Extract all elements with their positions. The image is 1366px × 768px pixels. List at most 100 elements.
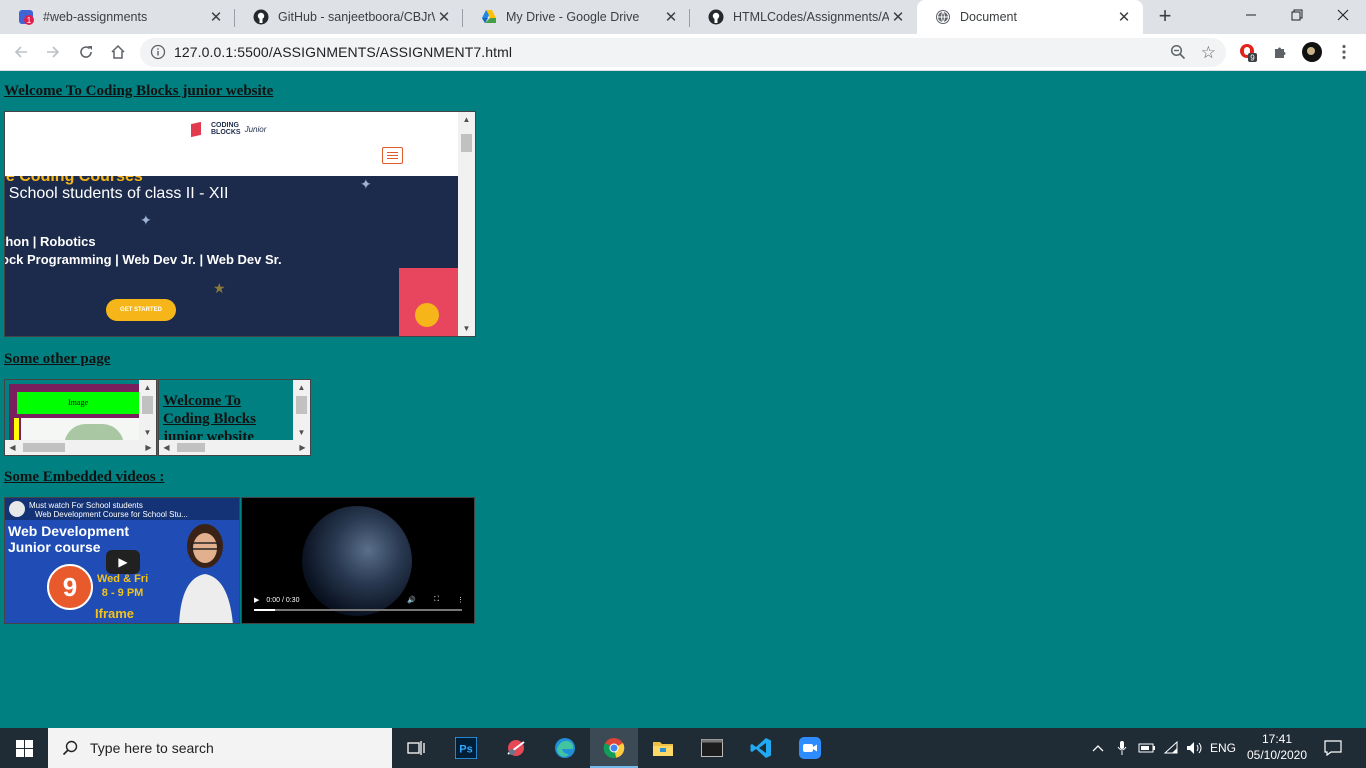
show-hidden-icons-chevron-icon[interactable] (1088, 728, 1108, 768)
new-tab-button[interactable]: + (1152, 5, 1178, 29)
close-window-button[interactable] (1320, 0, 1366, 30)
microphone-icon[interactable] (1112, 728, 1132, 768)
video-title[interactable]: Web Development Course for School Stu... (35, 510, 188, 519)
task-view-icon[interactable] (392, 728, 440, 768)
nested-image-page: Image (9, 384, 139, 446)
zoom-app-icon[interactable] (786, 728, 834, 768)
scroll-right-arrow-icon[interactable]: ▶ (295, 440, 310, 455)
chrome-icon[interactable] (590, 728, 638, 768)
reload-button[interactable] (74, 40, 98, 64)
info-icon[interactable] (150, 44, 166, 60)
play-icon[interactable]: ▶ (254, 596, 259, 604)
star-icon: ★ (213, 280, 226, 296)
more-options-icon[interactable]: ⋮ (457, 596, 464, 604)
bookmark-star-icon[interactable]: ☆ (1201, 43, 1216, 63)
vertical-scrollbar[interactable]: ▲ ▼ (458, 112, 475, 336)
hamburger-menu-icon[interactable] (382, 147, 403, 164)
profile-avatar[interactable] (1302, 42, 1322, 62)
video-controls: ▶ 0:00 / 0:30 🔊 ⛶ ⋮ (254, 593, 464, 607)
star-icon: ✦ (140, 212, 152, 228)
file-explorer-icon[interactable] (639, 728, 687, 768)
puzzle-extensions-icon[interactable] (1270, 42, 1290, 62)
tab-github[interactable]: GitHub - sanjeetboora/CBJrWe ✕ (235, 0, 463, 34)
iframe-nested-image[interactable]: Image ▲ ▼ ◀ ▶ (4, 379, 157, 456)
volume-icon[interactable]: 🔊 (407, 596, 416, 604)
channel-avatar[interactable] (9, 501, 25, 517)
close-icon[interactable]: ✕ (207, 8, 225, 26)
get-started-button[interactable]: GET STARTED (106, 299, 176, 321)
video-time: 0:00 / 0:30 (266, 596, 300, 604)
language-indicator[interactable]: ENG (1206, 728, 1240, 768)
windows-taskbar: Type here to search Ps ENG 17:41 05/10/2… (0, 728, 1366, 768)
scroll-down-arrow-icon[interactable]: ▼ (139, 425, 156, 440)
scroll-left-arrow-icon[interactable]: ◀ (5, 440, 20, 455)
video-progress-bar[interactable] (254, 609, 462, 611)
iframe-nested-welcome[interactable]: Welcome To Coding Blocks junior website … (158, 379, 311, 456)
cb-hero-banner: ✦ ✦ ★ ee Coding Courses r School student… (5, 176, 459, 336)
minimize-button[interactable] (1228, 0, 1274, 30)
close-icon[interactable]: ✕ (1115, 8, 1133, 26)
wifi-icon[interactable] (1160, 728, 1182, 768)
taskbar-clock[interactable]: 17:41 05/10/2020 (1240, 731, 1314, 763)
svg-text:9: 9 (1250, 54, 1255, 63)
back-button[interactable] (9, 40, 33, 64)
start-button[interactable] (0, 728, 48, 768)
volume-icon[interactable] (1184, 728, 1206, 768)
heading-welcome[interactable]: Welcome To Coding Blocks junior website (4, 83, 273, 100)
tab-title: GitHub - sanjeetboora/CBJrWe (278, 10, 435, 24)
tab-document[interactable]: Document ✕ (917, 0, 1143, 34)
tab-strip: 1 #web-assignments ✕ GitHub - sanjeetboo… (0, 0, 1366, 34)
menu-kebab-icon[interactable] (1334, 42, 1354, 62)
taskbar-search-box[interactable]: Type here to search (48, 728, 392, 768)
edge-icon[interactable] (541, 728, 589, 768)
snip-sketch-icon[interactable] (492, 728, 540, 768)
restore-button[interactable] (1274, 0, 1320, 30)
vscode-icon[interactable] (737, 728, 785, 768)
svg-text:Ps: Ps (459, 744, 472, 756)
tab-htmlcodes[interactable]: HTMLCodes/Assignments/Assi ✕ (690, 0, 917, 34)
extension-icon-red[interactable]: 9 (1238, 42, 1258, 62)
coding-blocks-logo[interactable]: CODING BLOCKS Junior (191, 121, 266, 137)
fullscreen-icon[interactable]: ⛶ (434, 596, 439, 604)
scroll-down-arrow-icon[interactable]: ▼ (293, 425, 310, 440)
zoom-icon[interactable] (1170, 44, 1186, 65)
nested-welcome-heading[interactable]: Welcome To Coding Blocks junior website (163, 392, 283, 446)
heading-embedded-videos[interactable]: Some Embedded videos : (4, 469, 164, 486)
scroll-left-arrow-icon[interactable]: ◀ (159, 440, 174, 455)
globe-icon (935, 9, 951, 25)
notification-icon[interactable] (1318, 728, 1348, 768)
tab-title: My Drive - Google Drive (506, 10, 640, 24)
browser-toolbar: 127.0.0.1:5500/ASSIGNMENTS/ASSIGNMENT7.h… (0, 34, 1366, 71)
svg-text:1: 1 (27, 16, 32, 25)
horizontal-scrollbar[interactable]: ◀ ▶ (5, 440, 156, 455)
tab-title: HTMLCodes/Assignments/Assi (733, 10, 889, 24)
address-bar[interactable]: 127.0.0.1:5500/ASSIGNMENTS/ASSIGNMENT7.h… (140, 38, 1226, 67)
scroll-top-button[interactable] (415, 303, 439, 327)
scroll-up-arrow-icon[interactable]: ▲ (293, 380, 310, 395)
scroll-up-arrow-icon[interactable]: ▲ (458, 112, 475, 127)
html5-video-player[interactable]: ▶ 0:00 / 0:30 🔊 ⛶ ⋮ (241, 497, 475, 624)
close-icon[interactable]: ✕ (435, 8, 453, 26)
presenter-image (173, 516, 239, 623)
tab-web-assignments[interactable]: 1 #web-assignments ✕ (0, 0, 235, 34)
vertical-scrollbar[interactable]: ▲ ▼ (139, 380, 156, 440)
home-button[interactable] (106, 40, 130, 64)
scroll-up-arrow-icon[interactable]: ▲ (139, 380, 156, 395)
tab-google-drive[interactable]: My Drive - Google Drive ✕ (463, 0, 690, 34)
horizontal-scrollbar[interactable]: ◀ ▶ (159, 440, 310, 455)
terminal-icon[interactable] (688, 728, 736, 768)
close-icon[interactable]: ✕ (662, 8, 680, 26)
windows-logo-icon (15, 739, 33, 757)
scroll-right-arrow-icon[interactable]: ▶ (141, 440, 156, 455)
vertical-scrollbar[interactable]: ▲ ▼ (293, 380, 310, 440)
photoshop-icon[interactable]: Ps (442, 728, 490, 768)
youtube-embed[interactable]: Must watch For School students Web Devel… (4, 497, 240, 624)
heading-other-page[interactable]: Some other page (4, 351, 110, 368)
battery-icon[interactable] (1136, 728, 1158, 768)
forward-button[interactable] (41, 40, 65, 64)
play-button-icon[interactable]: ▶ (106, 550, 140, 574)
google-drive-icon (481, 9, 497, 25)
iframe-coding-blocks[interactable]: CODING BLOCKS Junior ✦ ✦ ★ ee Coding Cou… (4, 111, 476, 337)
close-icon[interactable]: ✕ (889, 8, 907, 26)
scroll-down-arrow-icon[interactable]: ▼ (458, 321, 475, 336)
